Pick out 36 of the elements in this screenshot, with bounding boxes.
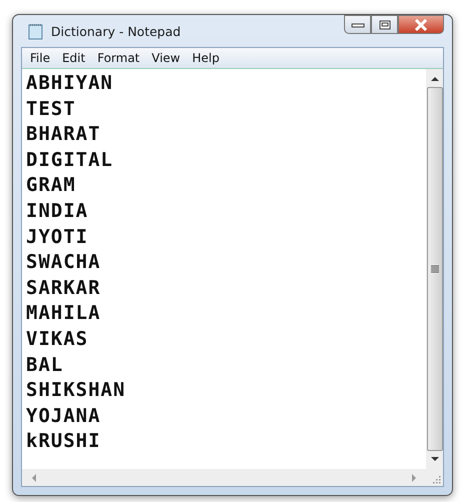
window-title: Dictionary - Notepad <box>51 24 181 38</box>
maximize-button[interactable] <box>371 15 398 34</box>
resize-grip-icon[interactable] <box>431 474 441 484</box>
menu-item[interactable]: Edit <box>56 51 92 65</box>
text-line: kRUSHI <box>26 429 102 454</box>
scroll-left-icon <box>30 472 38 482</box>
text-line: SWACHA <box>26 250 102 276</box>
text-area[interactable]: ABHIYAN TEST BHARAT DIGITAL GRAM INDIA JYOTI SWACHA SARKAR MAHILA VIKAS BAL SHIKSHAN YOJANA kRUSHI <box>22 69 426 469</box>
horizontal-scrollbar[interactable] <box>22 469 426 486</box>
text-line: BAL <box>26 352 64 378</box>
notepad-icon <box>27 22 45 40</box>
scroll-right-icon <box>410 472 418 482</box>
text-line: TEST <box>26 96 77 122</box>
grip-icon <box>430 265 438 273</box>
text-line: VIKAS <box>26 326 90 352</box>
text-line: MAHILA <box>26 301 102 326</box>
text-line: BHARAT <box>26 122 102 148</box>
menu-item[interactable]: File <box>24 51 56 65</box>
text-line: ABHIYAN <box>26 71 114 96</box>
text-line: YOJANA <box>26 404 102 429</box>
text-line: SARKAR <box>26 276 102 301</box>
menu-item[interactable]: View <box>146 51 186 65</box>
minimize-button[interactable] <box>344 15 371 34</box>
minimize-icon <box>350 20 364 28</box>
text-line: JYOTI <box>26 224 90 250</box>
close-icon <box>413 18 429 30</box>
text-line: SHIKSHAN <box>26 378 127 404</box>
menu-item[interactable]: Help <box>186 51 226 65</box>
text-line: DIGITAL <box>26 148 114 173</box>
menu-item[interactable]: Format <box>91 51 146 65</box>
scroll-up-icon <box>430 75 440 83</box>
maximize-icon <box>378 20 390 30</box>
scroll-down-icon <box>430 455 440 463</box>
text-line: INDIA <box>26 198 90 224</box>
close-button[interactable] <box>398 15 444 34</box>
text-line: GRAM <box>26 173 77 198</box>
